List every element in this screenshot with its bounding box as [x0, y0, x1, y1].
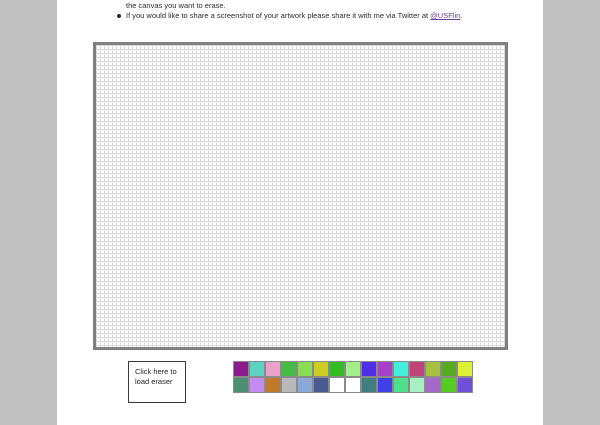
color-swatch[interactable]: [265, 377, 281, 393]
color-swatch[interactable]: [265, 361, 281, 377]
color-swatch[interactable]: [377, 361, 393, 377]
color-swatch[interactable]: [233, 377, 249, 393]
right-gutter: [543, 0, 600, 425]
share-suffix: .: [460, 11, 463, 20]
color-swatch[interactable]: [281, 377, 297, 393]
color-swatch[interactable]: [393, 361, 409, 377]
color-swatch[interactable]: [313, 377, 329, 393]
left-gutter: [0, 0, 57, 425]
color-swatch[interactable]: [281, 361, 297, 377]
eraser-label-line: Click here to: [135, 367, 177, 376]
color-swatch[interactable]: [297, 377, 313, 393]
bullet-icon: [117, 14, 121, 18]
color-swatch[interactable]: [441, 377, 457, 393]
color-palette: [233, 361, 473, 393]
color-swatch[interactable]: [329, 361, 345, 377]
twitter-link[interactable]: @USFlin: [430, 11, 460, 20]
eraser-label-line: load eraser: [135, 377, 173, 386]
color-swatch[interactable]: [393, 377, 409, 393]
color-swatch[interactable]: [409, 377, 425, 393]
color-swatch[interactable]: [409, 361, 425, 377]
color-swatch[interactable]: [361, 377, 377, 393]
load-eraser-button[interactable]: Click here to load eraser: [128, 361, 186, 403]
color-swatch[interactable]: [425, 377, 441, 393]
color-swatch[interactable]: [313, 361, 329, 377]
color-swatch[interactable]: [345, 361, 361, 377]
color-swatch[interactable]: [425, 361, 441, 377]
color-swatch[interactable]: [329, 377, 345, 393]
color-swatch[interactable]: [233, 361, 249, 377]
color-swatch[interactable]: [345, 377, 361, 393]
share-list-item: If you would like to share a screenshot …: [126, 11, 462, 21]
color-swatch[interactable]: [361, 361, 377, 377]
color-swatch[interactable]: [457, 361, 473, 377]
color-swatch[interactable]: [377, 377, 393, 393]
instruction-text: the canvas you want to erase.: [126, 1, 226, 10]
color-swatch[interactable]: [457, 377, 473, 393]
color-swatch[interactable]: [249, 377, 265, 393]
share-text: If you would like to share a screenshot …: [126, 11, 431, 20]
color-swatch[interactable]: [249, 361, 265, 377]
color-swatch[interactable]: [297, 361, 313, 377]
drawing-canvas[interactable]: [93, 42, 508, 350]
color-swatch[interactable]: [441, 361, 457, 377]
